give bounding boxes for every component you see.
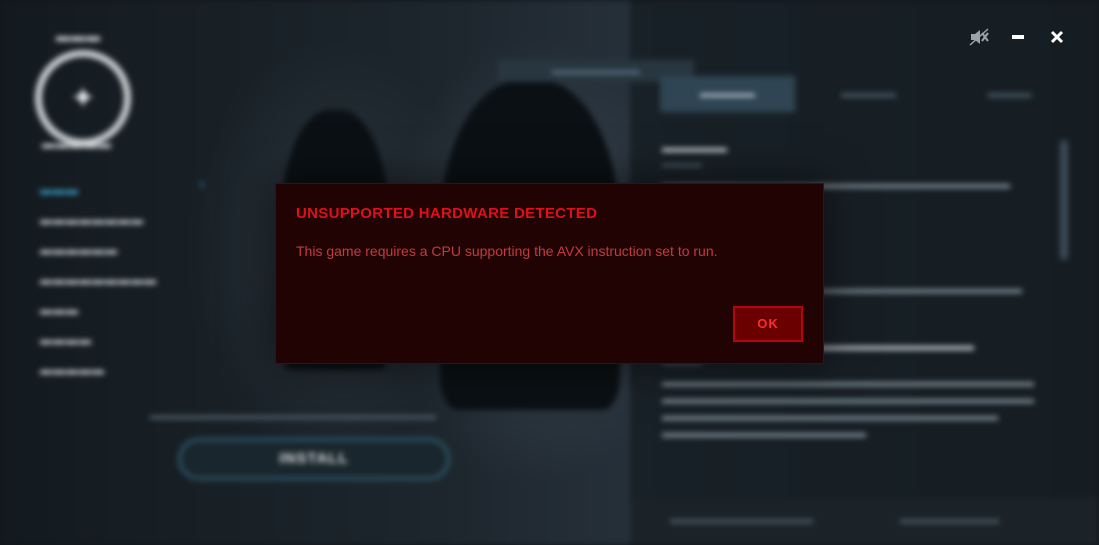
close-icon bbox=[1050, 30, 1064, 44]
logo-star-icon: ✦ bbox=[70, 82, 96, 115]
ok-button[interactable]: OK bbox=[733, 306, 803, 342]
install-area: ▬▬▬▬▬▬▬▬▬▬▬▬▬▬▬▬▬▬▬▬▬▬▬▬▬▬ INSTALL bbox=[150, 410, 450, 480]
news-date: ▬▬▬▬ bbox=[662, 159, 702, 170]
error-dialog: UNSUPPORTED HARDWARE DETECTED This game … bbox=[275, 183, 824, 364]
logo-text-top: ▬▬▬ bbox=[56, 28, 101, 44]
footer-link: ▬▬▬▬▬▬▬▬▬▬▬▬▬ bbox=[670, 514, 813, 526]
sidebar-item: ▬▬▬▬▬▬▬▬ bbox=[40, 213, 144, 227]
minimize-button[interactable] bbox=[1007, 26, 1029, 48]
dialog-title: UNSUPPORTED HARDWARE DETECTED bbox=[296, 205, 598, 222]
tab: ▬▬▬▬▬ bbox=[660, 76, 795, 112]
news-tabs: ▬▬▬▬▬ ▬▬▬▬▬ ▬▬▬▬ bbox=[660, 76, 1083, 112]
tab: ▬▬▬▬▬ bbox=[841, 88, 896, 100]
sidebar-item: ▬▬▬▬▬ bbox=[40, 363, 105, 377]
news-scrollbar bbox=[1060, 140, 1068, 260]
sidebar-item: ▬▬▬ › bbox=[40, 177, 205, 197]
sidebar-nav: ▬▬▬ › ▬▬▬▬▬▬▬▬ ▬▬▬▬▬▬ ▬▬▬▬▬▬▬▬▬ ▬▬▬ ▬▬▬▬ … bbox=[40, 175, 205, 385]
news-headline: ▬▬▬▬▬ bbox=[662, 140, 727, 155]
minimize-icon bbox=[1012, 35, 1024, 39]
footer-bar: ▬▬▬▬▬▬▬▬▬▬▬▬▬ ▬▬▬▬▬▬▬▬▬ bbox=[630, 498, 1099, 545]
install-button: INSTALL bbox=[178, 438, 450, 480]
dialog-message: This game requires a CPU supporting the … bbox=[296, 243, 718, 259]
news-body: ▬▬▬▬▬▬▬▬▬▬▬▬▬▬▬▬▬▬▬▬▬▬▬▬▬▬▬▬▬▬▬ ▬▬▬▬▬▬▬▬… bbox=[662, 375, 1034, 440]
tab: ▬▬▬▬ bbox=[987, 88, 1032, 100]
sidebar-item: ▬▬▬▬ bbox=[40, 333, 92, 347]
logo-text-bottom: ▬▬▬▬▬ bbox=[42, 136, 112, 151]
sidebar-item: ▬▬▬▬▬▬ bbox=[40, 243, 118, 257]
mute-button[interactable] bbox=[968, 26, 990, 48]
footer-link: ▬▬▬▬▬▬▬▬▬ bbox=[900, 514, 999, 526]
speaker-muted-icon bbox=[969, 28, 989, 46]
sidebar-item: ▬▬▬ bbox=[40, 303, 79, 317]
close-button[interactable] bbox=[1046, 26, 1068, 48]
install-caption: ▬▬▬▬▬▬▬▬▬▬▬▬▬▬▬▬▬▬▬▬▬▬▬▬▬▬ bbox=[150, 410, 436, 422]
sidebar-item: ▬▬▬▬▬▬▬▬▬ bbox=[40, 273, 157, 287]
game-logo: ▬▬▬ ✦ ▬▬▬▬▬ bbox=[30, 28, 140, 158]
